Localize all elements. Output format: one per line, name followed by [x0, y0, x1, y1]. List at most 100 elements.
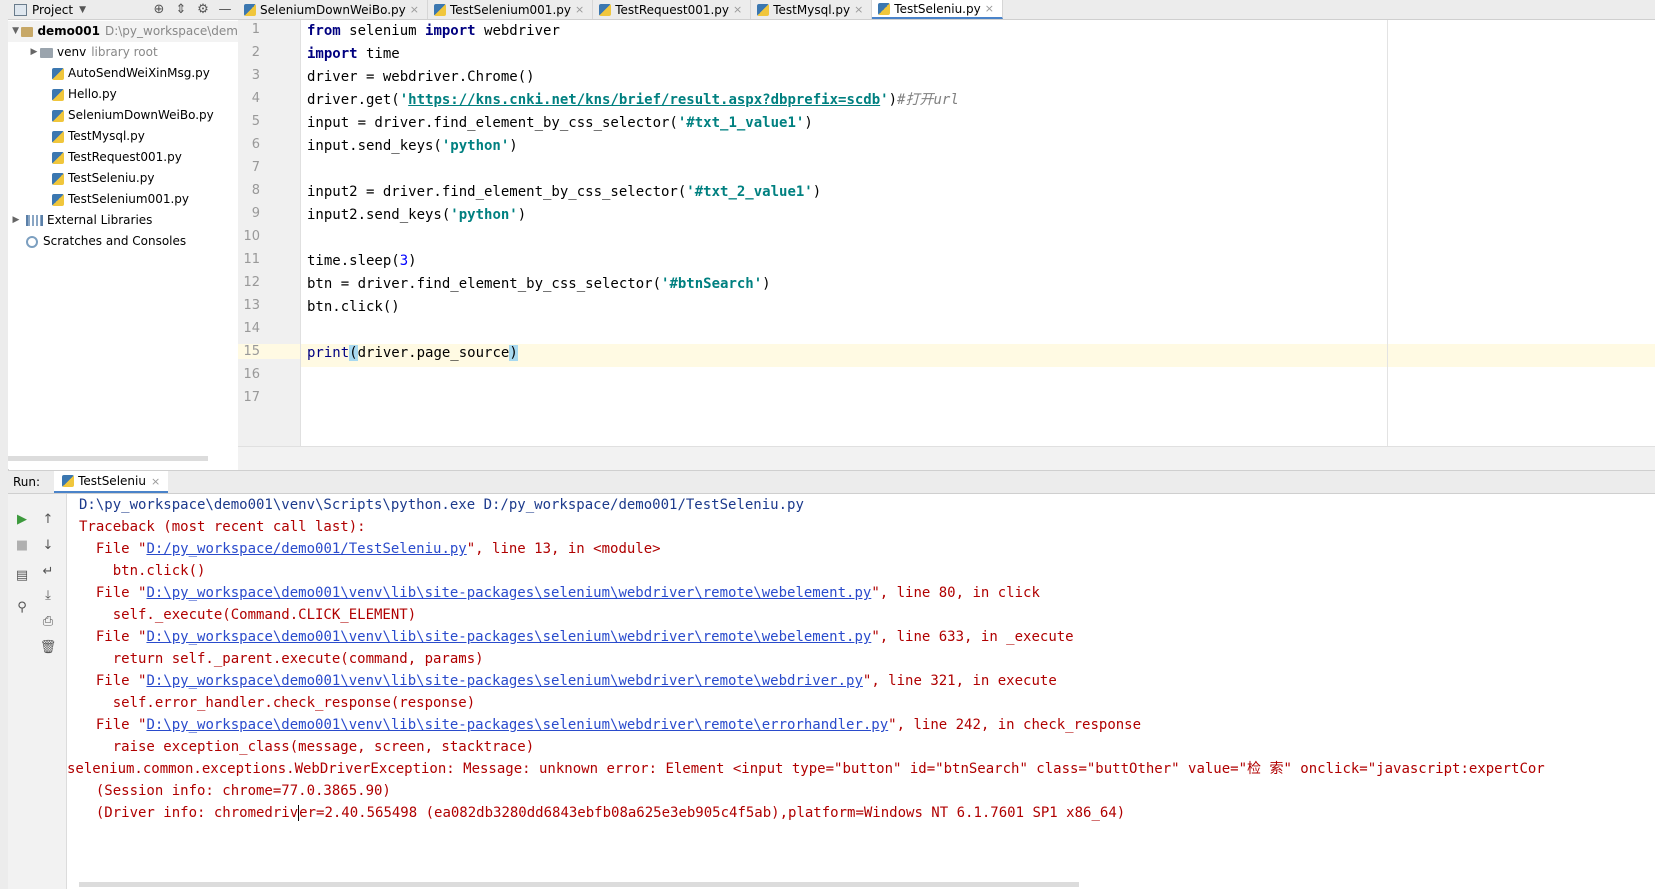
tab-label: TestRequest001.py	[615, 2, 730, 17]
python-file-icon	[52, 151, 64, 164]
python-file-icon	[599, 3, 612, 16]
run-console[interactable]: D:\py_workspace\demo001\venv\Scripts\pyt…	[67, 494, 1655, 889]
console-exception-line: selenium.common.exceptions.WebDriverExce…	[67, 761, 1545, 777]
tab-testselenium001[interactable]: TestSelenium001.py ×	[428, 0, 594, 19]
line-number-current: 15	[238, 344, 300, 359]
line-number: 7	[251, 160, 260, 175]
tab-testseleniu[interactable]: TestSeleniu.py ×	[872, 0, 1003, 19]
tree-item-label: TestRequest001.py	[68, 150, 182, 164]
tree-item-demo001[interactable]: ▼ demo001 D:\py_workspace\dem	[8, 21, 238, 42]
line-number: 2	[251, 45, 260, 60]
code-text: input.send_keys(	[307, 138, 442, 154]
line-number: 12	[243, 275, 260, 290]
locate-icon[interactable]: ⊕	[150, 2, 168, 17]
tree-item-file[interactable]: AutoSendWeiXinMsg.py	[8, 63, 238, 84]
python-file-icon	[433, 3, 446, 16]
code-line-6: input.send_keys('python')	[307, 135, 518, 158]
console-file-link[interactable]: D:\py_workspace\demo001\venv\lib\site-pa…	[146, 629, 871, 645]
chevron-right-icon[interactable]: ▶	[10, 210, 22, 231]
tree-item-file[interactable]: SeleniumDownWeiBo.py	[8, 105, 238, 126]
console-text: ", line 633, in _execute	[871, 629, 1074, 645]
close-icon[interactable]: ×	[575, 3, 584, 16]
console-file-link[interactable]: D:/py_workspace/demo001/TestSeleniu.py	[146, 541, 466, 557]
line-number-gutter[interactable]: 1 2 3 4 5 6 7 8 9 10 11 12 13 14 15 16 1…	[238, 20, 301, 446]
trash-icon[interactable]: 🗑	[38, 638, 58, 658]
console-frame-line: File "D:\py_workspace\demo001\venv\lib\s…	[79, 582, 1040, 605]
pin-icon[interactable]: ⚲	[12, 598, 32, 618]
line-number: 9	[251, 206, 260, 221]
console-frame-line: File "D:\py_workspace\demo001\venv\lib\s…	[79, 670, 1057, 693]
keyword: import	[425, 23, 476, 39]
horizontal-scrollbar[interactable]	[79, 882, 1079, 887]
code-text: input2 = driver.find_element_by_css_sele…	[307, 184, 687, 200]
chevron-down-icon[interactable]: ▼	[10, 21, 21, 42]
comment: #打开url	[897, 92, 959, 108]
tab-seleniumdownweibo[interactable]: SeleniumDownWeiBo.py ×	[238, 0, 428, 19]
tab-label: TestMysql.py	[773, 2, 851, 17]
code-text: )	[812, 184, 822, 200]
tree-item-scratches[interactable]: Scratches and Consoles	[8, 231, 238, 252]
console-text: File "	[79, 585, 147, 601]
code-text: selenium	[340, 23, 426, 39]
rerun-icon[interactable]: ▶	[12, 510, 32, 530]
close-icon[interactable]: ×	[985, 2, 994, 15]
tree-item-external-libraries[interactable]: ▶ External Libraries	[8, 210, 238, 231]
python-file-icon	[52, 88, 64, 101]
console-file-link[interactable]: D:\py_workspace\demo001\venv\lib\site-pa…	[146, 585, 871, 601]
collapse-all-icon[interactable]: ⇕	[172, 2, 190, 17]
code-text: time.sleep(	[307, 253, 400, 269]
close-icon[interactable]: ×	[151, 475, 160, 488]
arrow-down-icon[interactable]: ↓	[38, 536, 58, 556]
project-tree: ▼ demo001 D:\py_workspace\dem ▶ venv lib…	[8, 20, 238, 252]
line-number: 5	[251, 114, 260, 129]
close-icon[interactable]: ×	[410, 3, 419, 16]
tree-item-label: AutoSendWeiXinMsg.py	[68, 66, 210, 80]
code-text: )	[408, 253, 417, 269]
tree-item-file[interactable]: TestSelenium001.py	[8, 189, 238, 210]
console-text: (Driver info: chromedriv	[79, 805, 299, 821]
string: 'python'	[441, 138, 510, 154]
console-file-link[interactable]: D:\py_workspace\demo001\venv\lib\site-pa…	[146, 673, 862, 689]
code-editor[interactable]: from selenium import webdriver import ti…	[301, 20, 1655, 446]
tab-testrequest001[interactable]: TestRequest001.py ×	[593, 0, 752, 19]
tree-item-venv[interactable]: ▶ venv library root	[8, 42, 238, 63]
python-file-icon	[52, 130, 64, 143]
gear-icon[interactable]: ⚙	[194, 2, 212, 17]
tree-item-file[interactable]: TestRequest001.py	[8, 147, 238, 168]
tree-item-label: demo001	[37, 24, 100, 38]
print-icon[interactable]: ⎙	[38, 612, 58, 632]
url-link[interactable]: https://kns.cnki.net/kns/brief/result.as…	[408, 92, 880, 108]
minimize-icon[interactable]: —	[216, 2, 234, 17]
tree-item-label: TestSeleniu.py	[68, 171, 155, 185]
project-view-selector[interactable]: Project ▼	[14, 3, 86, 17]
tab-label: SeleniumDownWeiBo.py	[260, 2, 406, 17]
soft-wrap-icon[interactable]: ↵	[38, 562, 58, 582]
chevron-right-icon[interactable]: ▶	[28, 42, 40, 63]
horizontal-scrollbar[interactable]	[8, 456, 208, 461]
code-line-9: input2.send_keys('python')	[307, 204, 526, 227]
folder-icon	[21, 26, 34, 37]
tree-item-file[interactable]: TestMysql.py	[8, 126, 238, 147]
string: '#btnSearch'	[661, 276, 763, 292]
console-code-line: btn.click()	[79, 563, 206, 579]
tree-item-file[interactable]: Hello.py	[8, 84, 238, 105]
run-tab-testseleniu[interactable]: TestSeleniu ×	[54, 471, 169, 493]
stop-icon[interactable]: ■	[12, 536, 32, 556]
tab-testmysql[interactable]: TestMysql.py ×	[751, 0, 873, 19]
console-file-link[interactable]: D:\py_workspace\demo001\venv\lib\site-pa…	[146, 717, 888, 733]
close-icon[interactable]: ×	[733, 3, 742, 16]
console-text: er=2.40.565498 (ea082db3280dd6843ebfb08a…	[298, 805, 1126, 821]
line-number: 4	[251, 91, 260, 106]
arrow-up-icon[interactable]: ↑	[38, 510, 58, 530]
layout-icon[interactable]: ▤	[12, 566, 32, 586]
python-file-icon	[244, 3, 256, 16]
console-text: ", line 321, in execute	[862, 673, 1057, 689]
run-tab-label: TestSeleniu	[78, 474, 146, 488]
run-label: Run:	[13, 475, 41, 489]
tree-item-file[interactable]: TestSeleniu.py	[8, 168, 238, 189]
close-icon[interactable]: ×	[854, 3, 863, 16]
editor-tab-bar: SeleniumDownWeiBo.py × TestSelenium001.py…	[238, 0, 1655, 20]
code-text: driver.get(	[307, 92, 400, 108]
scroll-to-end-icon[interactable]: ⤓	[38, 586, 58, 606]
console-code-line: return self._parent.execute(command, par…	[79, 651, 484, 667]
